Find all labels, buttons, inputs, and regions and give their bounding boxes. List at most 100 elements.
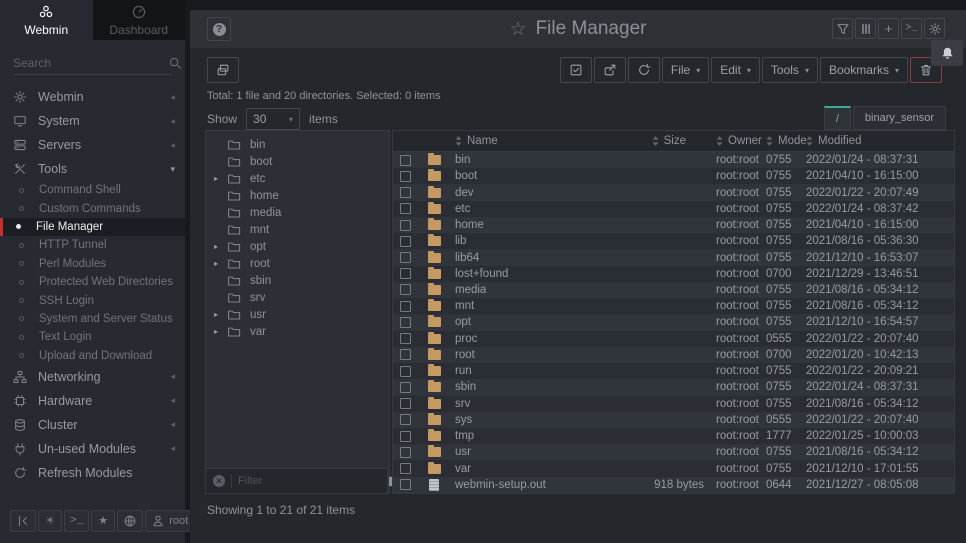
sidebar-item-system-and-server-status[interactable]: System and Server Status (0, 310, 185, 328)
sidebar-item-servers[interactable]: Servers◂ (0, 133, 185, 157)
collapse-sidebar-button[interactable] (10, 510, 36, 532)
checkbox[interactable] (400, 187, 411, 198)
expand-arrow-icon[interactable]: ▸ (214, 310, 227, 319)
checkbox[interactable] (400, 252, 411, 263)
sidebar-item-perl-modules[interactable]: Perl Modules (0, 255, 185, 273)
expand-arrow-icon[interactable]: ▸ (214, 259, 227, 268)
globe-button[interactable] (117, 510, 143, 532)
checkbox[interactable] (400, 203, 411, 214)
menu-tools-button[interactable]: Tools▾ (762, 57, 818, 83)
menu-edit-button[interactable]: Edit▾ (711, 57, 760, 83)
sidebar-item-webmin[interactable]: Webmin◂ (0, 85, 185, 109)
tree-item-media[interactable]: media (206, 204, 389, 221)
select-all-button[interactable] (560, 57, 592, 83)
table-row-etc[interactable]: etcroot:root07552022/01/24 - 08:37:42 (393, 201, 954, 217)
tree-item-etc[interactable]: ▸etc (206, 170, 389, 187)
expand-arrow-icon[interactable]: ▸ (214, 174, 227, 183)
checkbox[interactable] (400, 382, 411, 393)
sun-button[interactable]: ☀ (38, 510, 62, 532)
checkbox[interactable] (400, 479, 411, 490)
table-row-home[interactable]: homeroot:root07552021/04/10 - 16:15:00 (393, 217, 954, 233)
clone-tab-button[interactable] (207, 57, 239, 83)
checkbox[interactable] (400, 155, 411, 166)
column-header-modified[interactable]: Modified (794, 135, 954, 147)
tree-item-var[interactable]: ▸var (206, 323, 389, 340)
table-row-lib[interactable]: libroot:root07552021/08/16 - 05:36:30 (393, 233, 954, 249)
sidebar-item-ssh-login[interactable]: SSH Login (0, 291, 185, 309)
columns-button[interactable] (855, 18, 876, 39)
tree-item-mnt[interactable]: mnt (206, 221, 389, 238)
sidebar-item-custom-commands[interactable]: Custom Commands (0, 199, 185, 217)
table-row-boot[interactable]: bootroot:root07552021/04/10 - 16:15:00 (393, 168, 954, 184)
column-header-name[interactable]: Name (451, 135, 644, 147)
table-row-sys[interactable]: sysroot:root05552022/01/22 - 20:07:40 (393, 412, 954, 428)
checkbox[interactable] (400, 220, 411, 231)
checkbox[interactable] (400, 447, 411, 458)
sidebar-item-http-tunnel[interactable]: HTTP Tunnel (0, 236, 185, 254)
table-row-media[interactable]: mediaroot:root07552021/08/16 - 05:34:12 (393, 282, 954, 298)
clear-filter-icon[interactable]: ✕ (213, 475, 225, 487)
checkbox[interactable] (400, 317, 411, 328)
table-row-usr[interactable]: usrroot:root07552021/08/16 - 05:34:12 (393, 444, 954, 460)
checkbox[interactable] (400, 301, 411, 312)
checkbox[interactable] (400, 171, 411, 182)
table-row-lost-found[interactable]: lost+foundroot:root07002021/12/29 - 13:4… (393, 266, 954, 282)
table-row-sbin[interactable]: sbinroot:root07552022/01/24 - 08:37:31 (393, 379, 954, 395)
tree-item-boot[interactable]: boot (206, 153, 389, 170)
tree-item-srv[interactable]: srv (206, 289, 389, 306)
table-row-opt[interactable]: optroot:root07552021/12/10 - 16:54:57 (393, 314, 954, 330)
menu-file-button[interactable]: File▾ (662, 57, 709, 83)
sidebar-item-cluster[interactable]: Cluster◂ (0, 413, 185, 437)
table-row-webmin-setup-out[interactable]: webmin-setup.out918 bytesroot:root064420… (393, 477, 954, 493)
sidebar-item-text-login[interactable]: Text Login (0, 328, 185, 346)
tree-filter-input[interactable] (231, 474, 380, 488)
checkbox[interactable] (400, 333, 411, 344)
tree-item-root[interactable]: ▸root (206, 255, 389, 272)
checkbox[interactable] (400, 236, 411, 247)
checkbox[interactable] (400, 366, 411, 377)
tab-dashboard[interactable]: Dashboard (93, 0, 186, 40)
table-row-srv[interactable]: srvroot:root07552021/08/16 - 05:34:12 (393, 396, 954, 412)
tree-item-usr[interactable]: ▸usr (206, 306, 389, 323)
terminal-button[interactable]: >_ (901, 18, 922, 39)
sidebar-item-refresh-modules[interactable]: Refresh Modules (0, 461, 185, 485)
checkbox[interactable] (400, 463, 411, 474)
table-row-root[interactable]: rootroot:root07002022/01/20 - 10:42:13 (393, 347, 954, 363)
column-header-size[interactable]: Size (644, 135, 704, 147)
checkbox[interactable] (400, 349, 411, 360)
table-row-lib64[interactable]: lib64root:root07552021/12/10 - 16:53:07 (393, 249, 954, 265)
breadcrumb-root[interactable]: / (824, 106, 851, 130)
terminal-button[interactable]: >_ (64, 510, 89, 532)
expand-arrow-icon[interactable]: ▸ (214, 242, 227, 251)
favorite-star-icon[interactable]: ☆ (510, 18, 527, 41)
star-button[interactable]: ★ (91, 510, 115, 532)
sidebar-item-tools[interactable]: Tools▾ (0, 157, 185, 181)
expand-arrow-icon[interactable]: ▸ (214, 327, 227, 336)
tab-webmin[interactable]: Webmin (0, 0, 93, 40)
sidebar-item-networking[interactable]: Networking◂ (0, 365, 185, 389)
checkbox[interactable] (400, 284, 411, 295)
plus-button[interactable]: + (878, 18, 899, 39)
tree-item-opt[interactable]: ▸opt (206, 238, 389, 255)
checkbox[interactable] (400, 398, 411, 409)
search-icon[interactable] (168, 56, 182, 70)
table-row-proc[interactable]: procroot:root05552022/01/22 - 20:07:40 (393, 331, 954, 347)
tree-item-sbin[interactable]: sbin (206, 272, 389, 289)
breadcrumb-binary-sensor[interactable]: binary_sensor (853, 106, 946, 130)
tree-item-home[interactable]: home (206, 187, 389, 204)
settings-button[interactable] (924, 18, 945, 39)
notifications-button[interactable] (931, 40, 963, 66)
refresh-button[interactable] (628, 57, 660, 83)
sidebar-item-file-manager[interactable]: File Manager (0, 218, 185, 236)
share-button[interactable] (594, 57, 626, 83)
menu-bookmarks-button[interactable]: Bookmarks▾ (820, 57, 908, 83)
table-row-run[interactable]: runroot:root07552022/01/22 - 20:09:21 (393, 363, 954, 379)
sidebar-item-hardware[interactable]: Hardware◂ (0, 389, 185, 413)
sidebar-item-upload-and-download[interactable]: Upload and Download (0, 347, 185, 365)
search-input[interactable] (13, 56, 168, 70)
table-row-mnt[interactable]: mntroot:root07552021/08/16 - 05:34:12 (393, 298, 954, 314)
sidebar-item-command-shell[interactable]: Command Shell (0, 181, 185, 199)
sidebar-item-un-used-modules[interactable]: Un-used Modules◂ (0, 437, 185, 461)
column-header-owner[interactable]: Owner (704, 135, 754, 147)
user-menu-button[interactable]: root (145, 510, 194, 532)
